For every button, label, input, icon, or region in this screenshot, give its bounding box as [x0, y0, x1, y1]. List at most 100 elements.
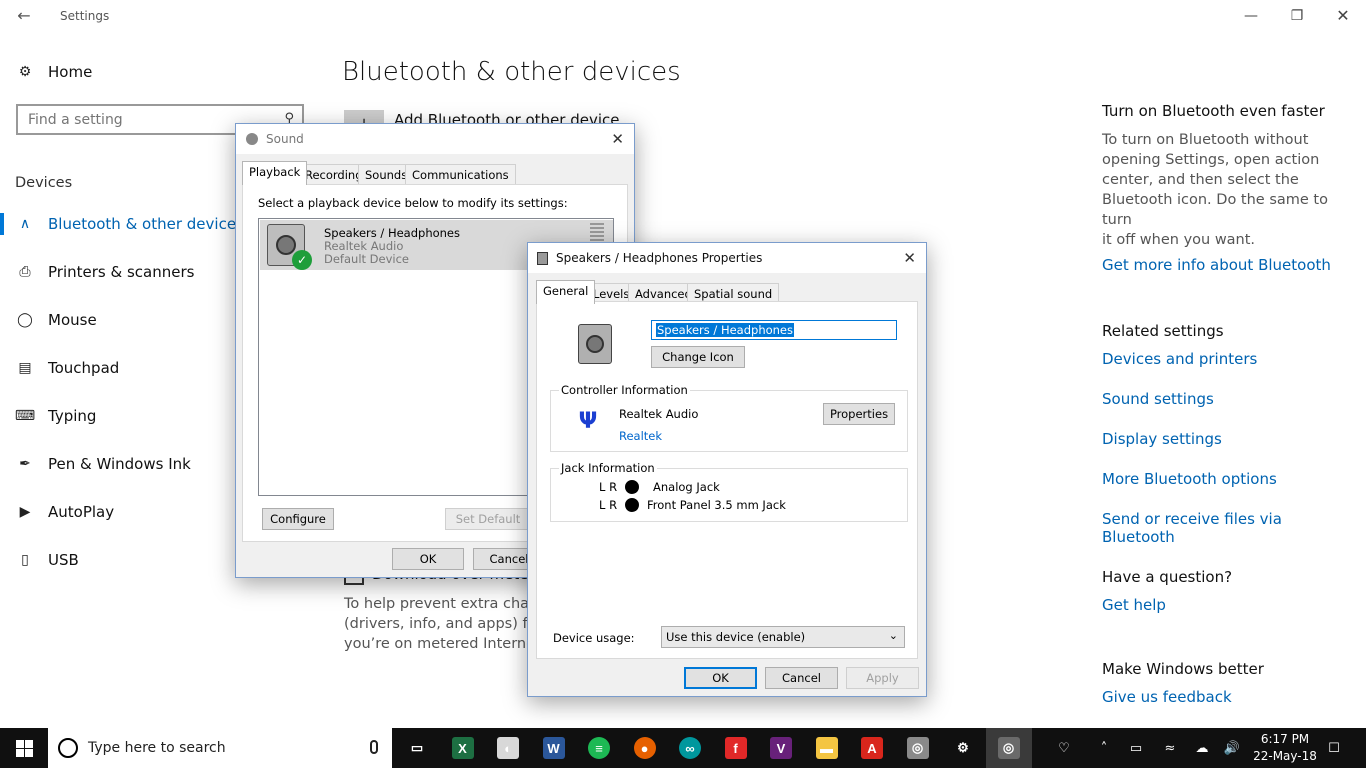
taskbar-search-box[interactable]: Type here to search: [48, 728, 392, 768]
controller-name: Realtek Audio: [619, 407, 698, 421]
realtek-link[interactable]: Realtek: [619, 429, 662, 443]
window-title: Settings: [60, 9, 109, 23]
taskbar-word-button[interactable]: W: [531, 728, 577, 768]
get-help-link[interactable]: Get help: [1102, 596, 1352, 614]
tab-general[interactable]: General: [536, 280, 595, 304]
device-usage-select[interactable]: Use this device (enable) ⌄: [661, 626, 905, 648]
bluetooth-info-link[interactable]: Get more info about Bluetooth: [1102, 256, 1352, 274]
sound-ok-button[interactable]: OK: [392, 548, 464, 570]
properties-cancel-button[interactable]: Cancel: [765, 667, 838, 689]
taskbar-settings-button[interactable]: ⚙: [940, 728, 986, 768]
cortana-icon: [58, 738, 78, 758]
speaker-icon: [537, 252, 548, 265]
page-title: Bluetooth & other devices: [342, 57, 681, 87]
wifi-icon[interactable]: ≈: [1156, 728, 1184, 768]
related-heading: Related settings: [1102, 322, 1352, 350]
level-meter-icon: [590, 223, 604, 241]
pen-icon: ✒: [16, 455, 34, 473]
task-view-icon: ▭: [406, 737, 428, 759]
faster-heading: Turn on Bluetooth even faster: [1102, 102, 1352, 130]
people-icon[interactable]: ♡: [1050, 728, 1078, 768]
properties-apply-button[interactable]: Apply: [846, 667, 919, 689]
audio-icon: ◎: [907, 737, 929, 759]
related-link-display-settings[interactable]: Display settings: [1102, 430, 1352, 470]
visual-studio-icon: V: [770, 737, 792, 759]
feedback-link[interactable]: Give us feedback: [1102, 688, 1352, 706]
realtek-crab-icon: ׎Ψ: [571, 407, 605, 437]
gear-icon: ⚙: [16, 63, 34, 81]
sound-dialog-titlebar: Sound ✕: [236, 124, 634, 154]
taskbar-spotify-button[interactable]: ≡: [576, 728, 622, 768]
back-button[interactable]: ←: [10, 4, 38, 28]
jack-row: L R Analog Jack: [599, 480, 899, 496]
tab-playback[interactable]: Playback: [242, 161, 307, 185]
windows-logo-icon: [16, 740, 33, 757]
flipboard-icon: f: [725, 737, 747, 759]
controller-info-group: Controller Information ׎Ψ Realtek Audio …: [550, 390, 908, 452]
paint-icon: ◐: [497, 737, 519, 759]
section-label: Devices: [15, 175, 72, 191]
related-link-send-files[interactable]: Send or receive files via Bluetooth: [1102, 510, 1352, 550]
firefox-icon: ●: [634, 737, 656, 759]
action-center-icon[interactable]: ☐: [1320, 728, 1348, 768]
change-icon-button[interactable]: Change Icon: [651, 346, 745, 368]
acrobat-icon: A: [861, 737, 883, 759]
close-icon[interactable]: ✕: [611, 130, 624, 148]
settings-search-input[interactable]: [18, 106, 258, 133]
settings-icon: ⚙: [952, 737, 974, 759]
bluetooth-icon: ∧: [16, 215, 34, 233]
playback-instruction: Select a playback device below to modify…: [258, 196, 568, 210]
general-panel: Speakers / Headphones Change Icon Contro…: [536, 301, 918, 659]
volume-icon[interactable]: 🔊: [1218, 728, 1246, 768]
device-status: Default Device: [324, 252, 409, 266]
taskbar-visual-studio-button[interactable]: V: [758, 728, 804, 768]
mouse-icon: ◯: [16, 311, 34, 329]
start-button[interactable]: [0, 728, 48, 768]
close-button[interactable]: ✕: [1320, 4, 1366, 28]
controller-properties-button[interactable]: Properties: [823, 403, 895, 425]
help-column: Turn on Bluetooth even faster To turn on…: [1102, 102, 1352, 706]
taskbar-arduino-button[interactable]: ∞: [667, 728, 713, 768]
related-link-bluetooth-options[interactable]: More Bluetooth options: [1102, 470, 1352, 510]
taskbar-paint-button[interactable]: ◐: [485, 728, 531, 768]
sound-icon: ◎: [998, 737, 1020, 759]
usb-icon: ▯: [16, 551, 34, 569]
chevron-down-icon: ⌄: [889, 629, 898, 642]
taskbar-task-view-button[interactable]: ▭: [394, 728, 440, 768]
home-nav-item[interactable]: ⚙ Home: [0, 52, 320, 92]
related-link-devices-printers[interactable]: Devices and printers: [1102, 350, 1352, 390]
taskbar-flipboard-button[interactable]: f: [713, 728, 759, 768]
taskbar-file-explorer-button[interactable]: ▬: [804, 728, 850, 768]
printer-icon: ⎙: [16, 263, 34, 281]
taskbar-sound-button[interactable]: ◎: [986, 728, 1032, 768]
restore-button[interactable]: ❐: [1274, 4, 1320, 28]
chevron-up-icon[interactable]: ˄: [1090, 728, 1118, 768]
excel-icon: X: [452, 737, 474, 759]
set-default-button[interactable]: Set Default: [445, 508, 531, 530]
jack-dot-icon: [625, 480, 639, 494]
taskbar-audio-button[interactable]: ◎: [895, 728, 941, 768]
jack-dot-icon: [625, 498, 639, 512]
jack-info-group: Jack Information L R Analog Jack L R Fro…: [550, 468, 908, 522]
taskbar-excel-button[interactable]: X: [440, 728, 486, 768]
touchpad-icon: ▤: [16, 359, 34, 377]
device-name-input[interactable]: Speakers / Headphones: [651, 320, 897, 340]
onedrive-icon[interactable]: ☁: [1188, 728, 1216, 768]
properties-ok-button[interactable]: OK: [684, 667, 757, 689]
arduino-icon: ∞: [679, 737, 701, 759]
taskbar-firefox-button[interactable]: ●: [622, 728, 668, 768]
keyboard-icon: ⌨: [16, 407, 34, 425]
speaker-icon: [246, 133, 258, 145]
default-check-icon: ✓: [292, 250, 312, 270]
close-icon[interactable]: ✕: [903, 249, 916, 267]
taskbar: Type here to search ▭ X ◐ W ≡ ● ∞ f V ▬ A ◎ ⚙ ◎ ♡ ˄ ▭…: [0, 728, 1366, 768]
taskbar-acrobat-button[interactable]: A: [849, 728, 895, 768]
related-link-sound-settings[interactable]: Sound settings: [1102, 390, 1352, 430]
word-icon: W: [543, 737, 565, 759]
configure-button[interactable]: Configure: [262, 508, 334, 530]
minimize-button[interactable]: —: [1228, 4, 1274, 28]
clock[interactable]: 6:17 PM 22-May-18: [1252, 728, 1318, 768]
jack-row: L R Front Panel 3.5 mm Jack: [599, 498, 899, 514]
tab-communications[interactable]: Communications: [405, 164, 516, 185]
battery-icon[interactable]: ▭: [1122, 728, 1150, 768]
